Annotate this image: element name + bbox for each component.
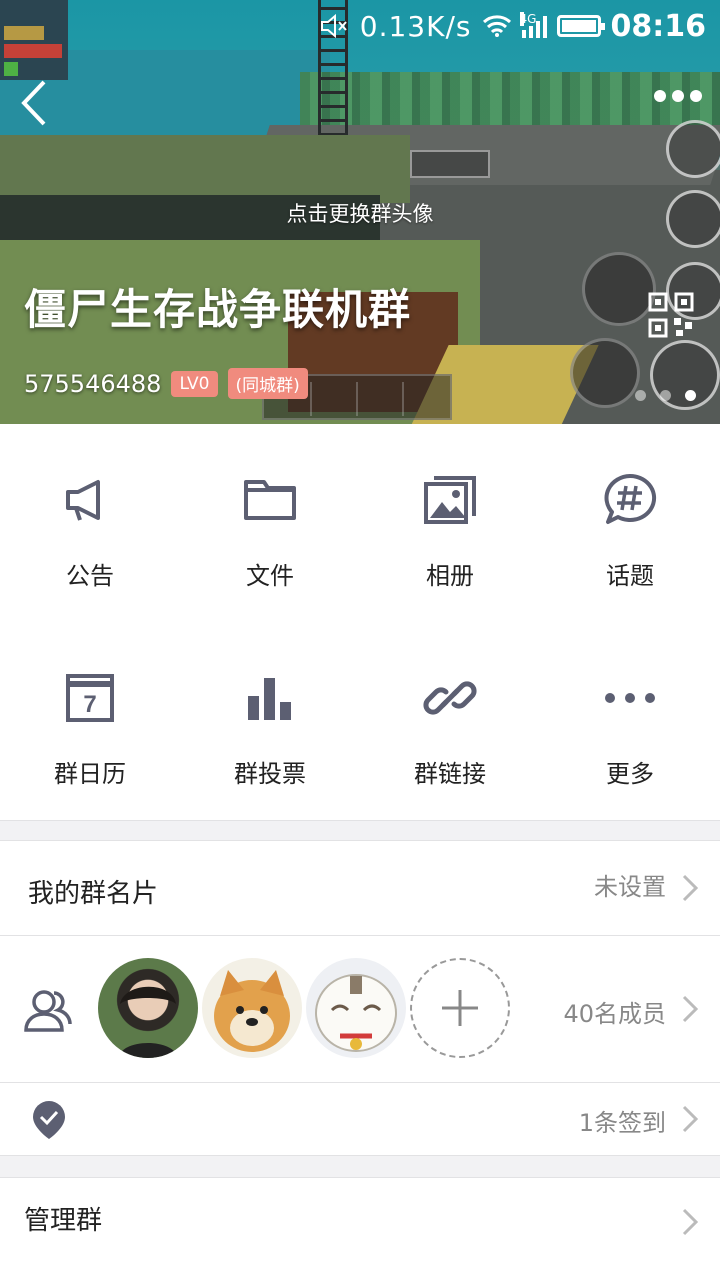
chevron-right-icon <box>682 995 698 1023</box>
plus-icon <box>442 990 478 1026</box>
member-count: 40名成员 <box>563 1000 666 1028</box>
member-avatar[interactable] <box>306 958 406 1058</box>
wifi-icon <box>482 15 511 37</box>
grid-item-topic[interactable]: 话题 <box>540 424 720 622</box>
grid-item-calendar[interactable]: 7 群日历 <box>0 622 180 820</box>
grid-item-vote[interactable]: 群投票 <box>180 622 360 820</box>
link-icon <box>423 681 477 715</box>
signal-icon: 4G <box>519 12 547 38</box>
level-badge: LV0 <box>171 370 218 397</box>
grid-item-link[interactable]: 群链接 <box>360 622 540 820</box>
my-group-card-value: 未设置 <box>594 873 666 901</box>
more-menu-icon[interactable] <box>654 90 702 102</box>
svg-text:7: 7 <box>83 691 96 718</box>
grid-item-announcement[interactable]: 公告 <box>0 424 180 622</box>
my-group-card-title: 我的群名片 <box>28 879 159 909</box>
add-member-button[interactable] <box>410 958 510 1058</box>
checkin-count: 1条签到 <box>578 1109 666 1137</box>
grid-item-more[interactable]: 更多 <box>540 622 720 820</box>
clock: 08:16 <box>610 8 707 44</box>
chevron-right-icon <box>682 874 698 902</box>
grid-item-album[interactable]: 相册 <box>360 424 540 622</box>
megaphone-icon <box>66 480 100 521</box>
mute-icon <box>320 13 347 39</box>
chevron-right-icon <box>682 1105 698 1133</box>
calendar-icon: 7 <box>66 674 114 722</box>
checkin-row[interactable]: 1条签到 <box>0 1083 720 1155</box>
group-header-banner[interactable]: 0.13K/s 4G 08:16 点击更换群头像 僵尸生存战争联机群 57554… <box>0 0 720 424</box>
status-bar: 0.13K/s 4G 08:16 <box>0 0 720 50</box>
change-avatar-hint[interactable]: 点击更换群头像 <box>0 198 720 228</box>
pager-dot <box>635 390 646 401</box>
members-row[interactable]: 40名成员 <box>0 936 720 1082</box>
feature-grid: 公告 文件 相册 话题 7 群日历 群投票 群链接 更多 <box>0 424 720 820</box>
manage-group-row[interactable]: 管理群 <box>0 1178 720 1280</box>
group-meta: 575546488 LV0 (同城群) <box>24 368 308 399</box>
more-dots-icon <box>605 693 655 703</box>
net-speed: 0.13K/s <box>359 9 472 43</box>
city-badge: (同城群) <box>227 368 308 399</box>
back-icon[interactable] <box>14 76 54 130</box>
qr-code-icon[interactable] <box>648 292 694 338</box>
folder-icon <box>244 480 296 520</box>
members-icon <box>24 990 72 1032</box>
pager-dot-active <box>685 390 696 401</box>
banner-pager <box>635 390 696 401</box>
chevron-right-icon <box>682 1208 698 1236</box>
my-group-card-row[interactable]: 我的群名片 未设置 <box>0 841 720 935</box>
grid-item-files[interactable]: 文件 <box>180 424 360 622</box>
battery-icon <box>556 15 605 37</box>
bar-chart-icon <box>248 678 291 720</box>
group-id: 575546488 <box>24 369 162 398</box>
checkin-badge-icon <box>33 1101 65 1139</box>
album-icon <box>424 476 476 524</box>
topic-hash-icon <box>604 473 657 524</box>
pager-dot <box>660 390 671 401</box>
manage-group-title: 管理群 <box>24 1206 103 1236</box>
member-avatar[interactable] <box>202 958 302 1058</box>
group-name: 僵尸生存战争联机群 <box>24 285 412 334</box>
member-avatar[interactable] <box>98 958 198 1058</box>
